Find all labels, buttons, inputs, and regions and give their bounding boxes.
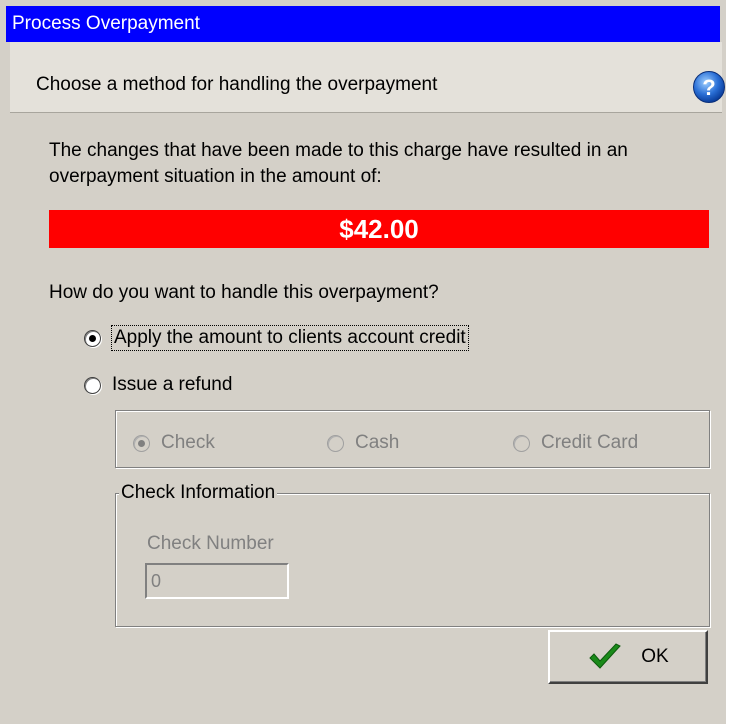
dialog-header: Choose a method for handling the overpay…	[10, 42, 725, 113]
apply-credit-option[interactable]: Apply the amount to clients account cred…	[84, 325, 469, 351]
apply-credit-radio[interactable]	[84, 329, 101, 347]
overpayment-message: The changes that have been made to this …	[49, 140, 628, 187]
refund-credit-card-option[interactable]: Credit Card	[513, 432, 638, 454]
check-number-input[interactable]	[145, 563, 289, 599]
issue-refund-radio[interactable]	[84, 376, 101, 394]
svg-text:?: ?	[702, 75, 715, 100]
header-instruction: Choose a method for handling the overpay…	[36, 74, 438, 95]
dialog-window: Process Overpayment Choose a method for …	[0, 0, 728, 724]
refund-cash-radio[interactable]	[327, 434, 344, 452]
refund-check-radio[interactable]	[133, 434, 150, 452]
issue-refund-option[interactable]: Issue a refund	[84, 374, 232, 396]
window-title: Process Overpayment	[6, 6, 720, 42]
window-edge	[726, 0, 734, 724]
checkmark-icon	[589, 643, 622, 669]
refund-credit-card-label: Credit Card	[541, 432, 639, 453]
apply-credit-label: Apply the amount to clients account cred…	[111, 325, 469, 351]
check-number-label: Check Number	[147, 533, 274, 554]
check-information-legend: Check Information	[119, 482, 278, 504]
help-question-icon[interactable]: ?	[692, 70, 726, 104]
issue-refund-label: Issue a refund	[112, 374, 233, 395]
overpayment-amount: $42.00	[49, 210, 709, 248]
ok-button[interactable]: OK	[548, 630, 708, 684]
check-information-group	[115, 493, 710, 627]
handling-question: How do you want to handle this overpayme…	[49, 282, 439, 303]
refund-cash-option[interactable]: Cash	[327, 432, 399, 454]
refund-cash-label: Cash	[355, 432, 400, 453]
refund-check-option[interactable]: Check	[133, 432, 215, 454]
ok-label: OK	[641, 646, 669, 667]
refund-credit-card-radio[interactable]	[513, 434, 530, 452]
refund-check-label: Check	[161, 432, 215, 453]
